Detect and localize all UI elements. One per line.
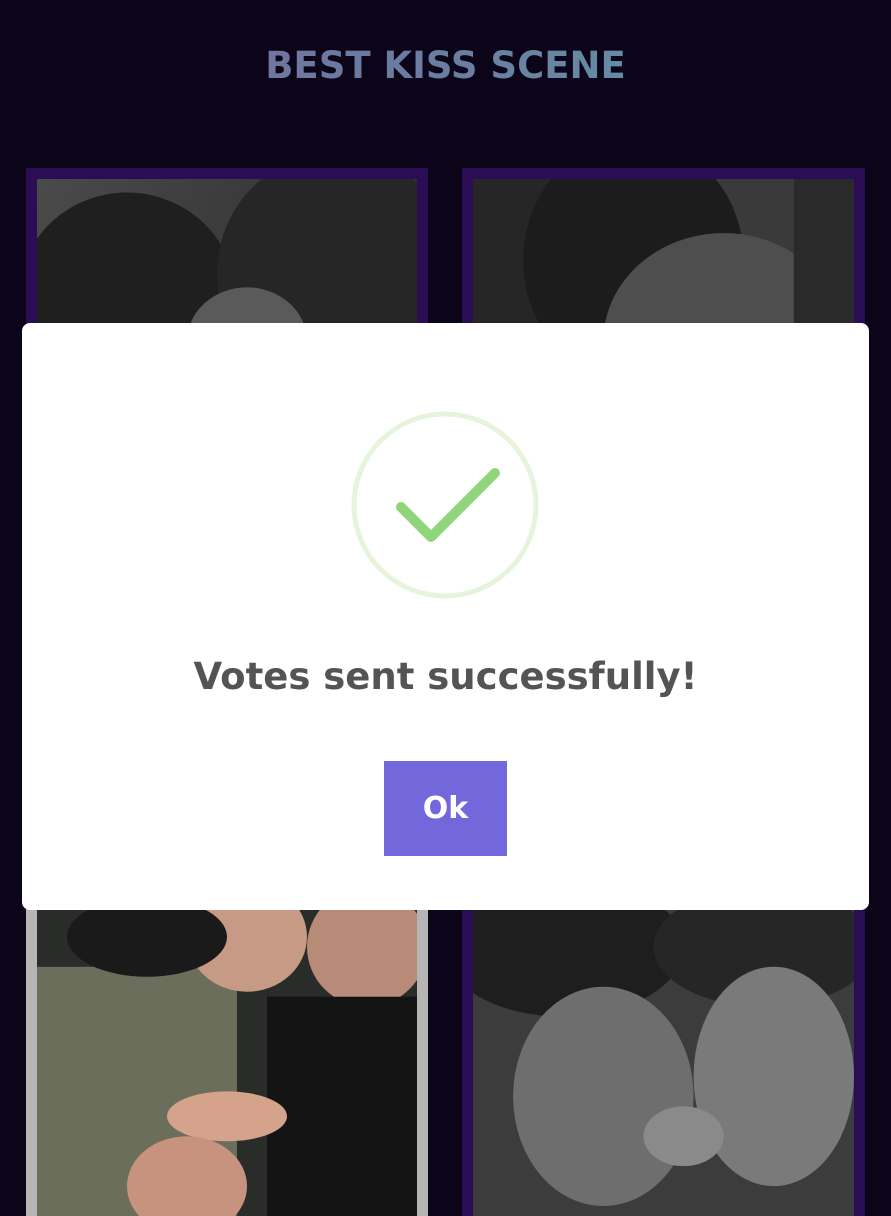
ok-button[interactable]: Ok xyxy=(384,761,507,856)
success-message: Votes sent successfully! xyxy=(193,655,698,698)
success-dialog: Votes sent successfully! Ok xyxy=(22,323,869,910)
checkmark-icon xyxy=(349,409,541,601)
